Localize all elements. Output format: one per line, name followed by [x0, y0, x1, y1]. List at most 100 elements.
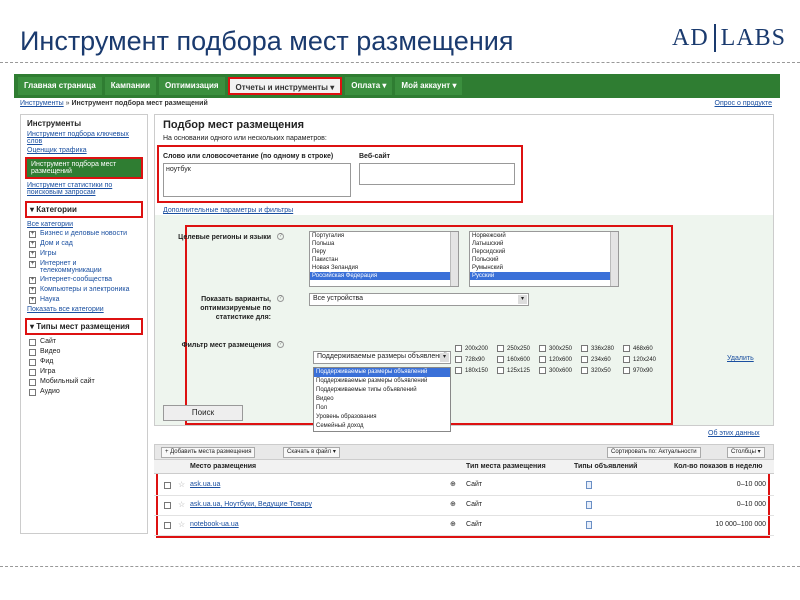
- category-item[interactable]: + Интернет-сообщества: [21, 275, 147, 285]
- checkbox[interactable]: [497, 356, 504, 363]
- filter-select[interactable]: Поддерживаемые размеры объявлений ▾: [313, 351, 451, 364]
- checkbox[interactable]: [581, 367, 588, 374]
- size-option[interactable]: 250x250: [497, 345, 539, 352]
- placement-types-heading[interactable]: ▾ Типы мест размещения: [25, 318, 143, 335]
- show-all-categories-link[interactable]: Показать все категории: [21, 305, 147, 314]
- category-item[interactable]: + Компьютеры и электроника: [21, 285, 147, 295]
- size-option[interactable]: 300x600: [539, 367, 581, 374]
- keywords-input[interactable]: ноутбук: [163, 163, 351, 197]
- nav-billing[interactable]: Оплата ▾: [345, 77, 393, 95]
- expand-icon[interactable]: +: [29, 231, 36, 238]
- dropdown-option[interactable]: Пол: [314, 404, 450, 413]
- checkbox[interactable]: [29, 349, 36, 356]
- placement-link[interactable]: notebook-ua.ua: [190, 521, 239, 528]
- expand-icon[interactable]: +: [29, 261, 36, 268]
- languages-listbox[interactable]: Норвежский Латышский Персидский Польский…: [469, 231, 619, 287]
- chevron-down-icon[interactable]: ▾: [440, 353, 449, 362]
- expand-icon[interactable]: +: [29, 287, 36, 294]
- delete-filter-link[interactable]: Удалить: [727, 355, 754, 362]
- stats-select[interactable]: Все устройства ▾: [309, 293, 529, 306]
- col-placement[interactable]: Место размещения: [190, 463, 256, 470]
- size-option[interactable]: 336x280: [581, 345, 623, 352]
- placement-type-option[interactable]: Сайт: [21, 337, 147, 347]
- size-option[interactable]: 300x250: [539, 345, 581, 352]
- expand-icon[interactable]: +: [29, 251, 36, 258]
- nav-reports-tools[interactable]: Отчеты и инструменты ▾: [227, 77, 343, 95]
- product-survey-link[interactable]: Опрос о продукте: [715, 100, 772, 107]
- dropdown-option[interactable]: Поддерживаемые размеры объявлений: [314, 377, 450, 386]
- checkbox[interactable]: [29, 389, 36, 396]
- chevron-down-icon[interactable]: ▾: [518, 295, 527, 304]
- sidebar-keyword-tool[interactable]: Инструмент подбора ключевых слов: [21, 130, 147, 146]
- star-icon[interactable]: ☆: [178, 500, 185, 509]
- checkbox[interactable]: [581, 345, 588, 352]
- checkbox[interactable]: [539, 367, 546, 374]
- dropdown-option[interactable]: Поддерживаемые размеры объявлений: [314, 368, 450, 377]
- dropdown-option[interactable]: Видео: [314, 395, 450, 404]
- checkbox[interactable]: [623, 367, 630, 374]
- download-button[interactable]: Скачать в файл ▾: [283, 447, 340, 458]
- placement-type-option[interactable]: Фид: [21, 357, 147, 367]
- checkbox[interactable]: [455, 367, 462, 374]
- scrollbar[interactable]: [450, 232, 458, 286]
- placement-type-option[interactable]: Аудио: [21, 387, 147, 397]
- website-input[interactable]: [359, 163, 515, 185]
- dropdown-option[interactable]: Поддерживаемые типы объявлений: [314, 386, 450, 395]
- size-option[interactable]: 234x60: [581, 356, 623, 363]
- size-option[interactable]: 970x90: [623, 367, 665, 374]
- star-icon[interactable]: ☆: [178, 480, 185, 489]
- checkbox[interactable]: [29, 339, 36, 346]
- col-impressions[interactable]: Кол-во показов в неделю: [674, 463, 763, 470]
- size-option[interactable]: 160x600: [497, 356, 539, 363]
- size-option[interactable]: 200x200: [455, 345, 497, 352]
- row-checkbox[interactable]: [164, 502, 171, 509]
- placement-link[interactable]: ask.ua.ua: [190, 481, 220, 488]
- countries-listbox[interactable]: Португалия Польша Перу Пакистан Новая Зе…: [309, 231, 459, 287]
- row-checkbox[interactable]: [164, 522, 171, 529]
- size-option[interactable]: 180x150: [455, 367, 497, 374]
- about-data-link[interactable]: Об этих данных: [708, 430, 760, 437]
- help-icon[interactable]: ?: [277, 295, 284, 302]
- search-button[interactable]: Поиск: [163, 405, 243, 421]
- col-placement-type[interactable]: Тип места размещения: [466, 463, 546, 470]
- checkbox[interactable]: [497, 345, 504, 352]
- checkbox[interactable]: [623, 345, 630, 352]
- checkbox[interactable]: [29, 369, 36, 376]
- size-option[interactable]: 120x240: [623, 356, 665, 363]
- dropdown-option[interactable]: Уровень образования: [314, 413, 450, 422]
- category-item[interactable]: + Интернет и телекоммуникации: [21, 259, 147, 275]
- checkbox[interactable]: [539, 345, 546, 352]
- row-checkbox[interactable]: [164, 482, 171, 489]
- breadcrumb-tools-link[interactable]: Инструменты: [20, 100, 64, 107]
- category-item[interactable]: + Бизнес и деловые новости: [21, 229, 147, 239]
- placement-link[interactable]: ask.ua.ua, Ноутбуки, Ведущие Товару: [190, 501, 312, 508]
- checkbox[interactable]: [29, 379, 36, 386]
- size-option[interactable]: 468x60: [623, 345, 665, 352]
- checkbox[interactable]: [497, 367, 504, 374]
- sort-select[interactable]: Сортировать по: Актуальности: [607, 447, 701, 458]
- checkbox[interactable]: [455, 345, 462, 352]
- add-placements-button[interactable]: + Добавить места размещения: [161, 447, 256, 458]
- size-option[interactable]: 120x600: [539, 356, 581, 363]
- size-option[interactable]: 125x125: [497, 367, 539, 374]
- placement-type-option[interactable]: Мобильный сайт: [21, 377, 147, 387]
- expand-icon[interactable]: +: [29, 277, 36, 284]
- size-option[interactable]: 728x90: [455, 356, 497, 363]
- category-item[interactable]: + Игры: [21, 249, 147, 259]
- placement-type-option[interactable]: Видео: [21, 347, 147, 357]
- help-icon[interactable]: ?: [277, 233, 284, 240]
- all-categories-link[interactable]: Все категории: [21, 220, 147, 229]
- expand-icon[interactable]: +: [29, 241, 36, 248]
- categories-heading[interactable]: ▾ Категории: [25, 201, 143, 218]
- category-item[interactable]: + Наука: [21, 295, 147, 305]
- checkbox[interactable]: [539, 356, 546, 363]
- nav-my-account[interactable]: Мой аккаунт ▾: [395, 77, 463, 95]
- sidebar-traffic-estimator[interactable]: Оценщик трафика: [21, 146, 147, 155]
- nav-optimization[interactable]: Оптимизация: [158, 77, 225, 95]
- placement-type-option[interactable]: Игра: [21, 367, 147, 377]
- checkbox[interactable]: [29, 359, 36, 366]
- sidebar-placement-tool-selected[interactable]: Инструмент подбора мест размещений: [25, 157, 143, 179]
- scrollbar[interactable]: [610, 232, 618, 286]
- dropdown-option[interactable]: Семейный доход: [314, 422, 450, 431]
- size-option[interactable]: 320x50: [581, 367, 623, 374]
